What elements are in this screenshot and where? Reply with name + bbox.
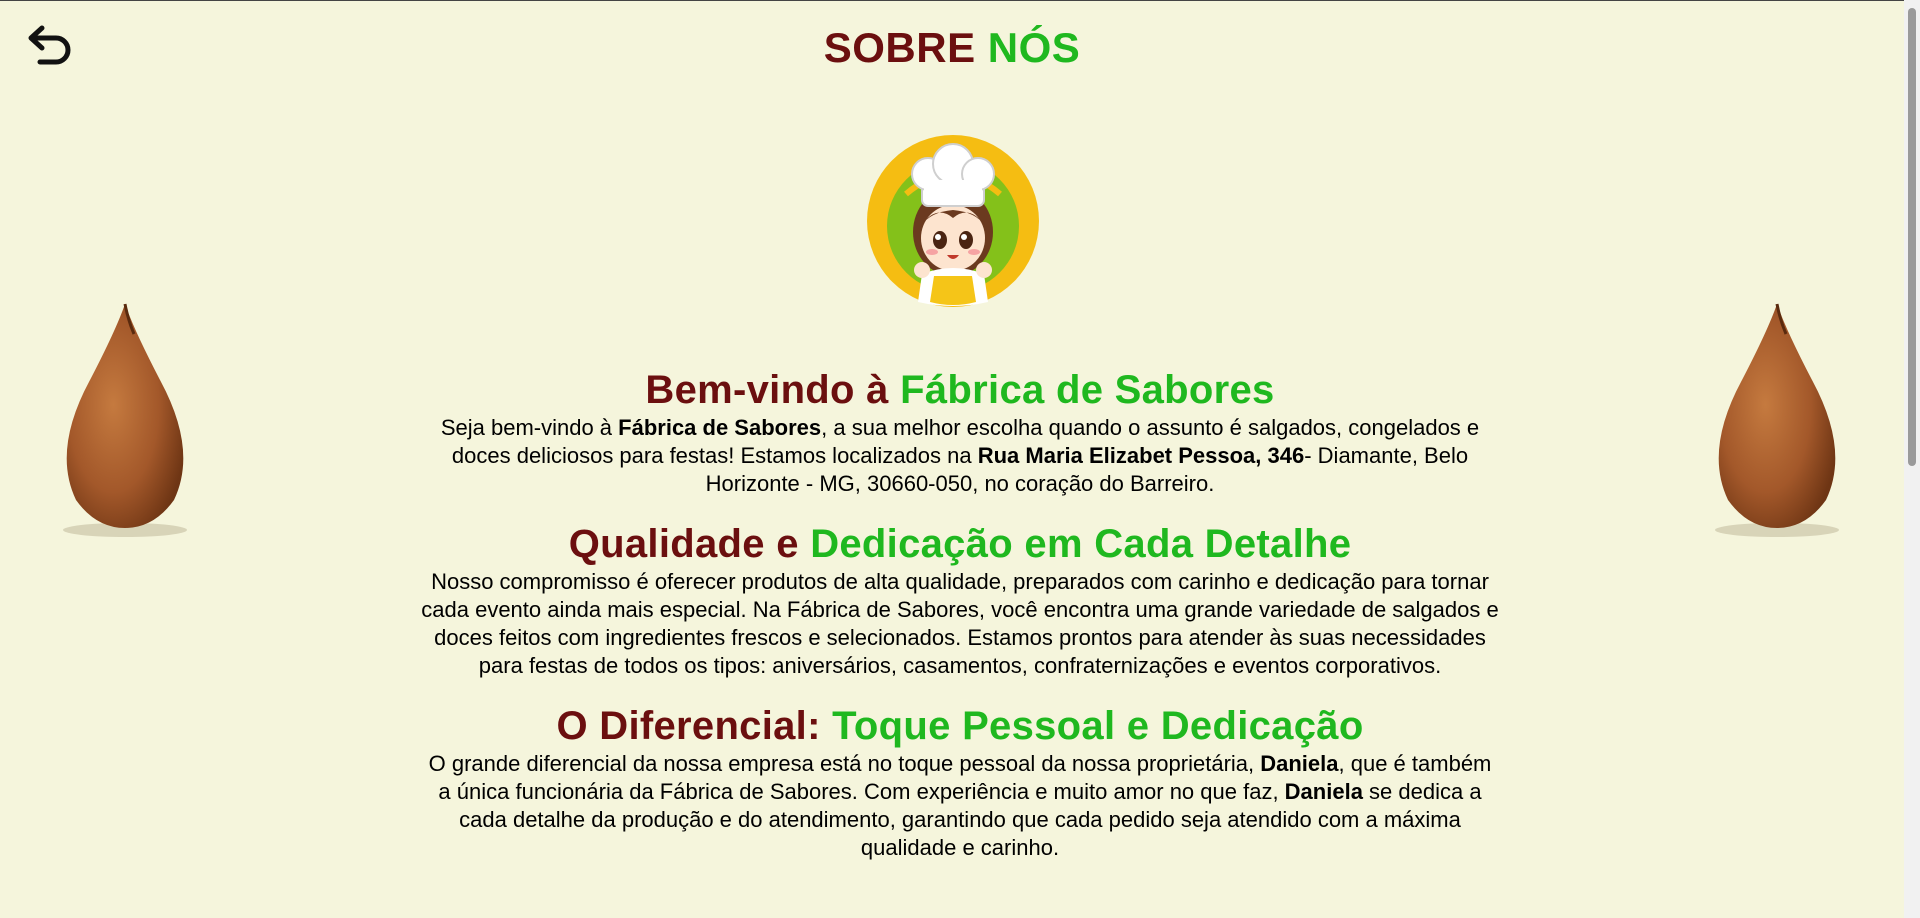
heading-part1: Bem-vindo à bbox=[645, 368, 889, 412]
page-title: SOBRE NÓS bbox=[0, 24, 1904, 72]
coxinha-image-right bbox=[1702, 300, 1852, 540]
section-text-differential: O grande diferencial da nossa empresa es… bbox=[428, 751, 1492, 860]
section-heading-quality: Qualidade e Dedicação em Cada Detalhe bbox=[420, 520, 1500, 568]
chef-girl-logo bbox=[866, 134, 1040, 308]
section-heading-differential: O Diferencial: Toque Pessoal e Dedicação bbox=[420, 702, 1500, 750]
page-title-part1: SOBRE bbox=[823, 24, 976, 71]
section-text-quality: Nosso compromisso é oferecer produtos de… bbox=[421, 569, 1499, 678]
address: Rua Maria Elizabet Pessoa, 346 bbox=[977, 443, 1305, 468]
owner-name: Daniela bbox=[1260, 751, 1339, 776]
heading-part2: Fábrica de Sabores bbox=[900, 368, 1275, 412]
owner-name: Daniela bbox=[1284, 779, 1363, 804]
heading-part2: Toque Pessoal e Dedicação bbox=[832, 704, 1364, 748]
heading-part2: Dedicação em Cada Detalhe bbox=[810, 522, 1352, 566]
about-content: Bem-vindo à Fábrica de Sabores Seja bem-… bbox=[420, 366, 1500, 884]
section-heading-welcome: Bem-vindo à Fábrica de Sabores bbox=[420, 366, 1500, 414]
coxinha-image-left bbox=[50, 300, 200, 540]
scrollbar-thumb[interactable] bbox=[1908, 8, 1916, 466]
top-border bbox=[0, 0, 1920, 1]
section-text-welcome: Seja bem-vindo à Fábrica de Sabores, a s… bbox=[440, 415, 1480, 496]
heading-part1: O Diferencial: bbox=[556, 704, 821, 748]
company-name: Fábrica de Sabores bbox=[618, 415, 822, 440]
heading-part1: Qualidade e bbox=[568, 522, 799, 566]
page-title-part2: NÓS bbox=[987, 24, 1081, 71]
